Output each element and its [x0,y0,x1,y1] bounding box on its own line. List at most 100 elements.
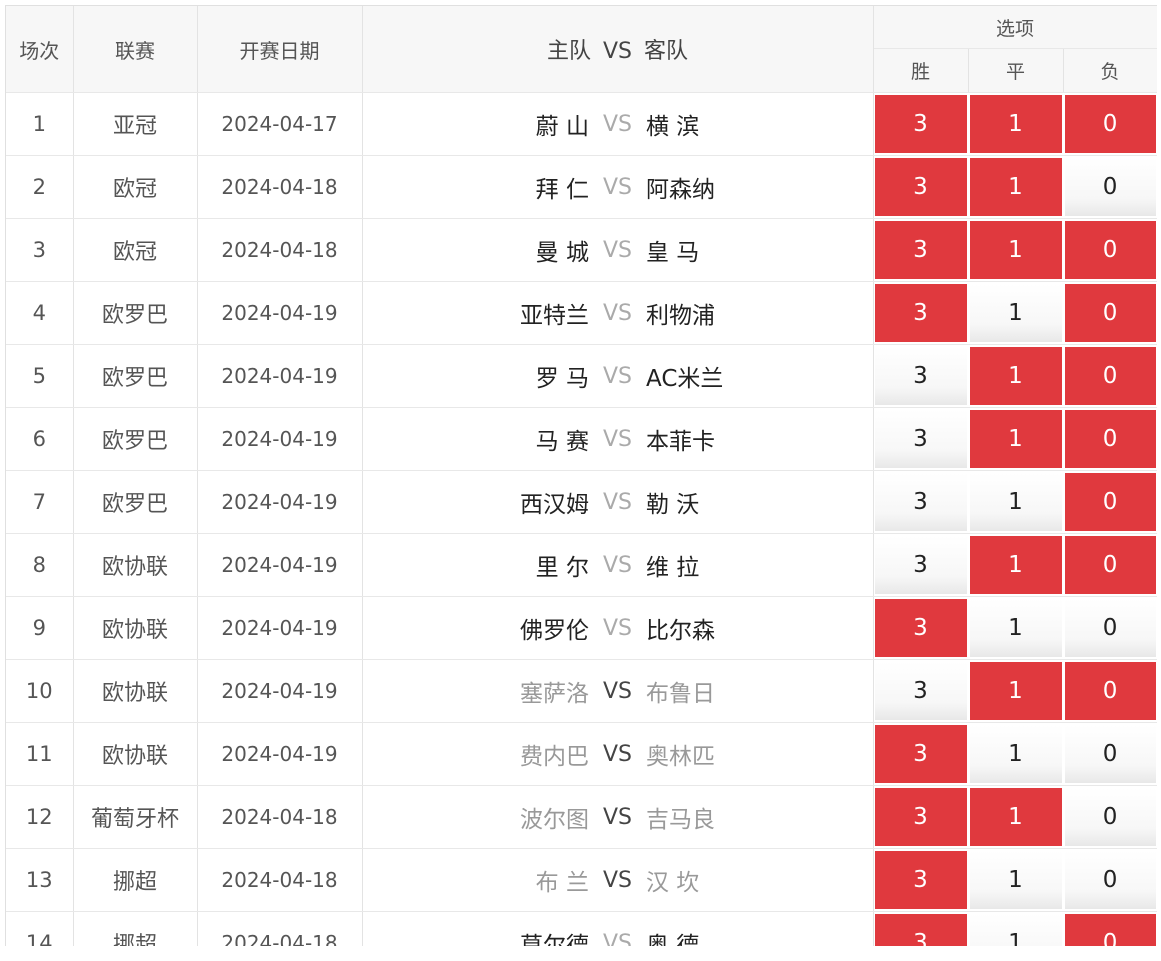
match-date: 2024-04-18 [197,218,363,282]
table-row: 12 葡萄牙杯 2024-04-18 波尔图 VS 吉马良 3 1 0 [6,785,1157,849]
option-draw-value: 1 [969,788,1062,846]
option-lose[interactable]: 0 [1063,92,1157,156]
option-win-value: 3 [874,851,967,909]
away-team: 皇 马 [646,240,700,266]
home-team: 佛罗伦 [519,618,589,644]
option-draw[interactable]: 1 [968,218,1064,282]
option-lose-value: 0 [1064,221,1156,279]
match-date: 2024-04-19 [197,659,363,723]
header-match: 主队 VS 客队 [362,6,874,93]
option-win[interactable]: 3 [873,659,969,723]
header-win: 胜 [873,48,969,93]
vs-label: VS [602,804,632,830]
option-draw[interactable]: 1 [968,911,1064,946]
option-lose-value: 0 [1064,95,1156,153]
option-draw[interactable]: 1 [968,659,1064,723]
option-lose[interactable]: 0 [1063,911,1157,946]
option-win[interactable]: 3 [873,281,969,345]
away-team: 横 滨 [646,114,700,140]
away-team: 维 拉 [646,555,700,581]
option-draw[interactable]: 1 [968,344,1064,408]
option-draw-value: 1 [969,95,1062,153]
header-vs: VS [602,39,632,64]
option-win[interactable]: 3 [873,911,969,946]
option-lose[interactable]: 0 [1063,659,1157,723]
away-team: 吉马良 [646,807,715,833]
option-draw[interactable]: 1 [968,281,1064,345]
option-win[interactable]: 3 [873,785,969,849]
option-lose[interactable]: 0 [1063,218,1157,282]
option-draw-value: 1 [969,221,1062,279]
option-win[interactable]: 3 [873,596,969,660]
option-draw[interactable]: 1 [968,596,1064,660]
away-team: AC米兰 [646,366,724,392]
option-win[interactable]: 3 [873,722,969,786]
option-lose[interactable]: 0 [1063,722,1157,786]
option-win-value: 3 [874,599,967,657]
option-win[interactable]: 3 [873,470,969,534]
option-draw[interactable]: 1 [968,155,1064,219]
option-win[interactable]: 3 [873,407,969,471]
option-draw[interactable]: 1 [968,533,1064,597]
lottery-table-container: 场次 联赛 开赛日期 主队 VS 客队 选项 胜 平 负 1 亚冠 2024-04-… [5,5,1157,946]
option-draw[interactable]: 1 [968,722,1064,786]
option-win[interactable]: 3 [873,533,969,597]
option-win[interactable]: 3 [873,848,969,912]
match-date: 2024-04-19 [197,596,363,660]
league-name: 欧协联 [73,533,198,597]
option-win[interactable]: 3 [873,155,969,219]
option-draw-value: 1 [969,599,1062,657]
league-name: 欧罗巴 [73,407,198,471]
option-lose[interactable]: 0 [1063,281,1157,345]
league-name: 欧协联 [73,596,198,660]
away-team: 汉 坎 [646,870,700,896]
table-row: 3 欧冠 2024-04-18 曼 城 VS 皇 马 3 1 0 [6,218,1157,282]
vs-label: VS [602,237,632,263]
option-draw[interactable]: 1 [968,785,1064,849]
option-win-value: 3 [874,347,967,405]
home-team: 费内巴 [519,744,589,770]
match-date: 2024-04-19 [197,533,363,597]
option-draw-value: 1 [969,725,1062,783]
header-league: 联赛 [73,6,198,93]
option-lose[interactable]: 0 [1063,848,1157,912]
match-number: 9 [6,596,74,660]
table-row: 1 亚冠 2024-04-17 蔚 山 VS 横 滨 3 1 0 [6,92,1157,156]
option-win[interactable]: 3 [873,218,969,282]
league-name: 欧罗巴 [73,281,198,345]
option-win-value: 3 [874,536,967,594]
option-draw-value: 1 [969,914,1062,946]
option-lose[interactable]: 0 [1063,407,1157,471]
vs-label: VS [602,615,632,641]
option-win-value: 3 [874,158,967,216]
match-teams: 塞萨洛 VS 布鲁日 [362,659,874,723]
option-win[interactable]: 3 [873,92,969,156]
option-lose[interactable]: 0 [1063,596,1157,660]
option-draw[interactable]: 1 [968,407,1064,471]
option-lose[interactable]: 0 [1063,533,1157,597]
match-teams: 拜 仁 VS 阿森纳 [362,155,874,219]
option-lose[interactable]: 0 [1063,155,1157,219]
match-date: 2024-04-18 [197,911,363,946]
match-date: 2024-04-19 [197,344,363,408]
option-lose[interactable]: 0 [1063,344,1157,408]
match-table: 场次 联赛 开赛日期 主队 VS 客队 选项 胜 平 负 1 亚冠 2024-04-… [6,6,1157,946]
away-team: 比尔森 [646,618,715,644]
option-draw[interactable]: 1 [968,470,1064,534]
option-draw-value: 1 [969,410,1062,468]
option-lose[interactable]: 0 [1063,470,1157,534]
league-name: 欧罗巴 [73,470,198,534]
option-draw[interactable]: 1 [968,848,1064,912]
option-win[interactable]: 3 [873,344,969,408]
match-teams: 西汉姆 VS 勒 沃 [362,470,874,534]
option-lose-value: 0 [1064,662,1156,720]
option-lose-value: 0 [1064,599,1156,657]
match-number: 8 [6,533,74,597]
option-lose[interactable]: 0 [1063,785,1157,849]
table-row: 10 欧协联 2024-04-19 塞萨洛 VS 布鲁日 3 1 0 [6,659,1157,723]
match-teams: 蔚 山 VS 横 滨 [362,92,874,156]
league-name: 葡萄牙杯 [73,785,198,849]
match-number: 12 [6,785,74,849]
option-draw[interactable]: 1 [968,92,1064,156]
away-team: 利物浦 [646,303,715,329]
